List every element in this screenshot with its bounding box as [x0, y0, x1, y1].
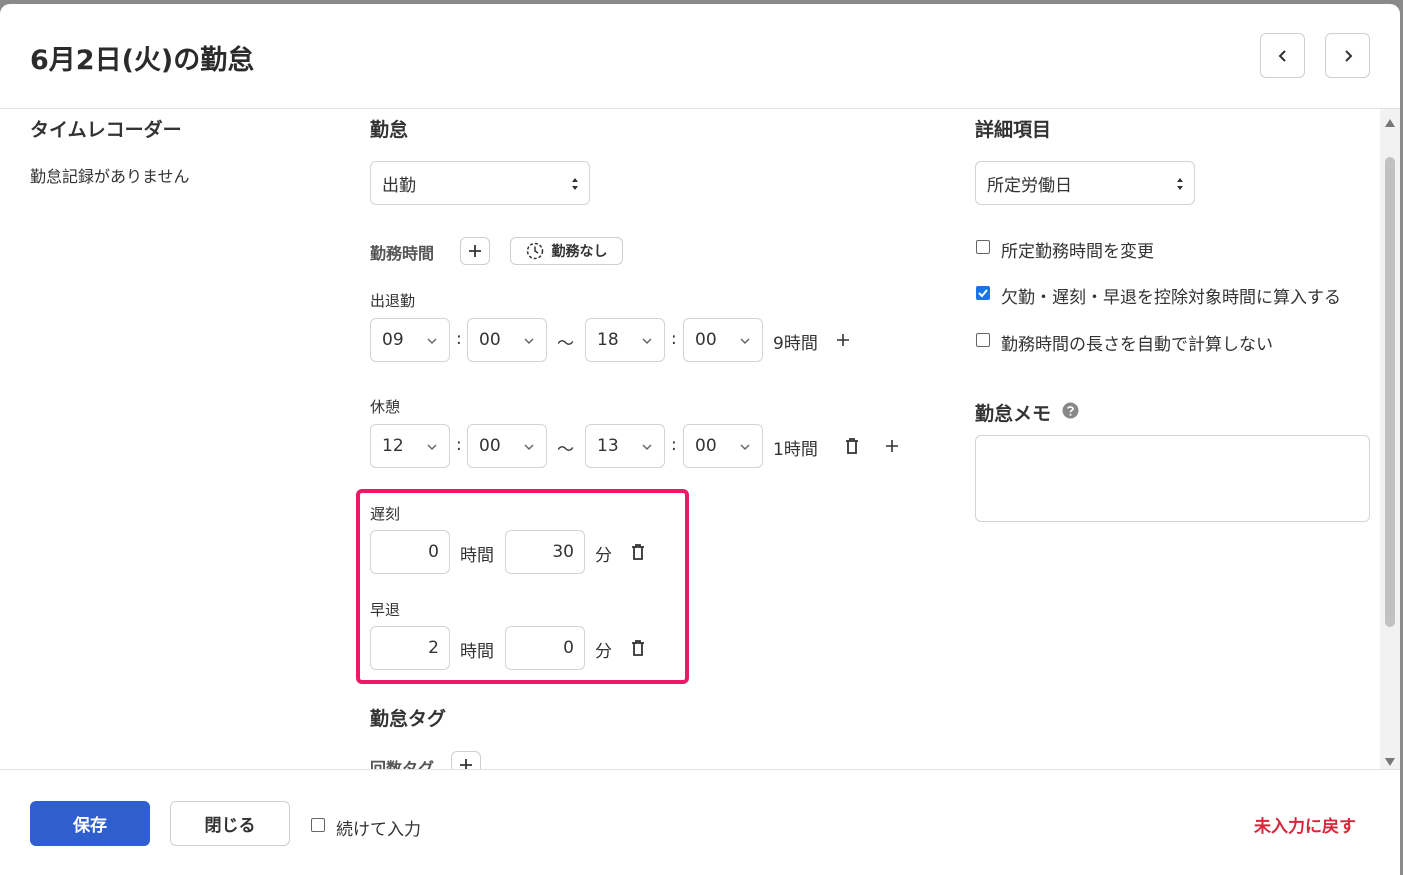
plus-icon: [469, 245, 481, 257]
include-deduction-checkbox[interactable]: [976, 286, 990, 300]
prev-day-button[interactable]: [1260, 33, 1305, 78]
tilde-separator: ～: [557, 440, 574, 460]
chevron-down-icon: [642, 444, 652, 451]
chevron-down-icon: [524, 444, 534, 451]
scroll-up-icon[interactable]: [1385, 119, 1395, 127]
early-minutes-input[interactable]: 0: [505, 626, 585, 670]
trash-icon[interactable]: [845, 438, 859, 454]
no-work-button[interactable]: 勤務なし: [510, 237, 623, 265]
tilde-separator: ～: [557, 334, 574, 354]
page-title: 6月2日(火)の勤怠: [30, 45, 255, 76]
colon-separator: :: [456, 329, 462, 349]
late-label: 遅刻: [370, 505, 401, 523]
chevron-down-icon: [740, 338, 750, 345]
scrollbar[interactable]: [1380, 109, 1400, 770]
chevron-down-icon: [524, 338, 534, 345]
trash-icon[interactable]: [631, 544, 645, 560]
modal-body: タイムレコーダー 勤怠記録がありません 勤怠 出勤 勤務時間 勤務なし 出退勤 …: [0, 109, 1400, 770]
work-time-label: 勤務時間: [370, 244, 435, 263]
next-day-button[interactable]: [1325, 33, 1370, 78]
day-type-value: 所定労働日: [987, 175, 1072, 196]
count-tag-label: 回数タグ: [370, 759, 435, 770]
save-button[interactable]: 保存: [30, 801, 150, 846]
time-recorder-heading: タイムレコーダー: [30, 119, 182, 141]
scroll-down-icon[interactable]: [1385, 758, 1395, 766]
chevron-right-icon: [1344, 49, 1352, 62]
break-end-minute-value: 00: [695, 436, 717, 456]
shift-start-minute-value: 00: [479, 330, 501, 350]
reset-to-empty-link[interactable]: 未入力に戻す: [1254, 812, 1356, 837]
clock-icon: [526, 242, 543, 260]
day-type-select[interactable]: 所定労働日: [975, 161, 1195, 205]
break-start-minute-select[interactable]: 00: [467, 424, 547, 468]
break-end-hour-select[interactable]: 13: [585, 424, 665, 468]
no-auto-calc-checkbox[interactable]: [976, 333, 990, 347]
shift-end-minute-value: 00: [695, 330, 717, 350]
chevron-down-icon: [427, 444, 437, 451]
no-auto-calc-label: 勤務時間の長さを自動で計算しない: [1001, 335, 1273, 355]
break-start-minute-value: 00: [479, 436, 501, 456]
break-duration: 1時間: [773, 440, 818, 460]
colon-separator: :: [671, 329, 677, 349]
no-work-label: 勤務なし: [551, 244, 608, 260]
continue-input-checkbox[interactable]: [311, 818, 325, 832]
colon-separator: :: [456, 435, 462, 455]
chevron-down-icon: [427, 338, 437, 345]
break-end-minute-select[interactable]: 00: [683, 424, 763, 468]
shift-end-hour-select[interactable]: 18: [585, 318, 665, 362]
add-count-tag-button[interactable]: [451, 751, 481, 770]
no-records-text: 勤怠記録がありません: [30, 167, 190, 186]
attendance-type-select[interactable]: 出勤: [370, 161, 590, 205]
hours-unit: 時間: [460, 546, 494, 566]
sort-arrows-icon: [572, 178, 578, 190]
memo-heading: 勤怠メモ: [975, 403, 1052, 425]
shift-start-hour-value: 09: [382, 330, 404, 350]
shift-end-minute-select[interactable]: 00: [683, 318, 763, 362]
break-start-hour-value: 12: [382, 436, 404, 456]
attendance-modal: 6月2日(火)の勤怠 タイムレコーダー 勤怠記録がありません 勤怠 出勤 勤務時…: [0, 4, 1400, 875]
shift-end-hour-value: 18: [597, 330, 619, 350]
continue-input-label: 続けて入力: [336, 820, 421, 840]
sort-arrows-icon: [1177, 178, 1183, 190]
change-scheduled-hours-label: 所定勤務時間を変更: [1001, 242, 1154, 262]
break-label: 休憩: [370, 398, 401, 416]
break-start-hour-select[interactable]: 12: [370, 424, 450, 468]
add-work-time-button[interactable]: [460, 237, 490, 265]
close-button[interactable]: 閉じる: [170, 801, 290, 846]
modal-header: 6月2日(火)の勤怠: [0, 4, 1400, 109]
details-heading: 詳細項目: [975, 119, 1052, 141]
attendance-heading: 勤怠: [370, 119, 409, 141]
break-end-hour-value: 13: [597, 436, 619, 456]
colon-separator: :: [671, 435, 677, 455]
chevron-down-icon: [740, 444, 750, 451]
scrollbar-thumb[interactable]: [1385, 157, 1395, 627]
hours-unit: 時間: [460, 642, 494, 662]
chevron-down-icon: [642, 338, 652, 345]
late-hours-input[interactable]: 0: [370, 530, 450, 574]
memo-textarea[interactable]: [975, 435, 1370, 522]
shift-start-minute-select[interactable]: 00: [467, 318, 547, 362]
early-label: 早退: [370, 601, 401, 619]
attendance-tags-heading: 勤怠タグ: [370, 708, 447, 730]
shift-duration: 9時間: [773, 334, 818, 354]
attendance-type-value: 出勤: [382, 175, 416, 196]
chevron-left-icon: [1278, 49, 1286, 62]
change-scheduled-hours-checkbox[interactable]: [976, 240, 990, 254]
minutes-unit: 分: [595, 642, 612, 662]
trash-icon[interactable]: [631, 640, 645, 656]
shift-label: 出退勤: [370, 292, 416, 310]
early-hours-input[interactable]: 2: [370, 626, 450, 670]
include-deduction-label: 欠勤・遅刻・早退を控除対象時間に算入する: [1001, 288, 1341, 308]
shift-start-hour-select[interactable]: 09: [370, 318, 450, 362]
minutes-unit: 分: [595, 546, 612, 566]
add-break-plus-icon[interactable]: [883, 437, 901, 455]
modal-footer: 保存 閉じる 続けて入力 未入力に戻す: [0, 769, 1400, 875]
checkmark-icon: [978, 289, 988, 298]
late-minutes-input[interactable]: 30: [505, 530, 585, 574]
help-icon[interactable]: [1062, 402, 1079, 419]
add-shift-plus-icon[interactable]: [834, 331, 852, 349]
